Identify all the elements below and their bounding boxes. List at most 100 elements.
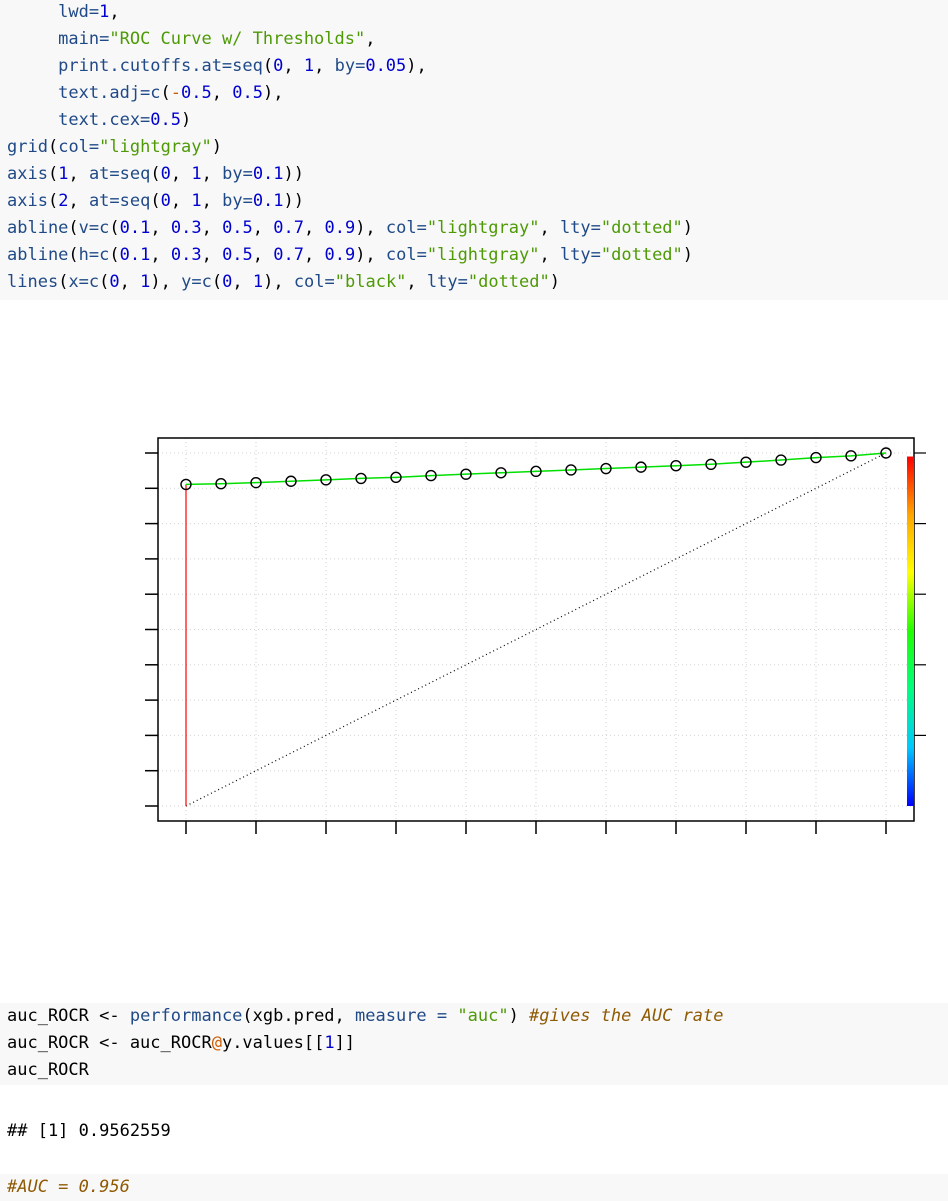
code-token: ), <box>355 245 386 265</box>
code-token: #gives the AUC rate <box>529 1006 724 1026</box>
code-token: measure = <box>355 1006 458 1026</box>
code-token: col= <box>293 272 335 292</box>
code-token: 0.5 <box>150 110 182 130</box>
code-token: text.cex= <box>7 110 151 130</box>
code-token: by= <box>334 56 366 76</box>
code-token: ( <box>150 191 161 211</box>
code-token: ( <box>68 218 79 238</box>
code-token: ( <box>109 218 120 238</box>
code-line: lwd=1, <box>7 0 948 26</box>
code-token: auc_ROCR <box>7 1060 89 1080</box>
code-token: auc_ROCR <- <box>7 1006 130 1026</box>
code-token: 0.3 <box>170 218 202 238</box>
code-line: grid(col="lightgray") <box>7 134 948 161</box>
code-token: ), <box>150 272 182 292</box>
code-token: c <box>99 218 110 238</box>
code-line: text.adj=c(-0.5, 0.5), <box>7 80 948 107</box>
code-token: c <box>150 83 161 103</box>
code-token: "ROC Curve w/ Thresholds" <box>109 29 366 49</box>
code-line: main="ROC Curve w/ Thresholds", <box>7 26 948 53</box>
code-token: auc_ROCR <- auc_ROCR <box>7 1033 212 1053</box>
code-token: c <box>201 272 212 292</box>
code-line: axis(2, at=seq(0, 1, by=0.1)) <box>7 188 948 215</box>
code-line: print.cutoffs.at=seq(0, 1, by=0.05), <box>7 53 948 80</box>
code-token: 0.9 <box>324 218 356 238</box>
code-token: seq <box>119 191 151 211</box>
code-token: print.cutoffs.at= <box>7 56 233 76</box>
code-token: , <box>211 83 233 103</box>
code-token: (xgb.pred, <box>242 1006 356 1026</box>
code-token: , <box>68 191 89 211</box>
code-block-auc: auc_ROCR <- performance(xgb.pred, measur… <box>0 1003 948 1085</box>
code-token: ), <box>263 272 294 292</box>
code-token: 1 <box>99 2 110 22</box>
code-token: ) <box>682 218 694 238</box>
code-token: , <box>201 245 223 265</box>
code-token: col= <box>385 245 427 265</box>
code-token: 0.7 <box>273 218 304 238</box>
code-token: , <box>303 218 325 238</box>
code-token: ) <box>181 110 192 130</box>
roc-plot <box>145 437 926 834</box>
code-token: ( <box>68 245 79 265</box>
code-token: ) <box>682 245 694 265</box>
code-token: text.adj= <box>7 83 151 103</box>
threshold-colorbar <box>907 456 914 806</box>
code-token: ) <box>211 137 222 157</box>
code-token: 1 <box>140 272 151 292</box>
code-token: , <box>252 245 274 265</box>
code-token: #AUC = 0.956 <box>7 1177 130 1197</box>
code-token: ), <box>262 83 284 103</box>
code-line: #AUC = 0.956 <box>7 1174 948 1201</box>
code-token: ( <box>211 272 223 292</box>
code-token: , <box>314 56 335 76</box>
code-token: , <box>170 164 192 184</box>
code-token: 2 <box>58 191 69 211</box>
code-token: ) <box>549 272 560 292</box>
code-token: "auc" <box>457 1006 509 1026</box>
code-token: 0.1 <box>119 218 151 238</box>
code-token: c <box>99 245 110 265</box>
code-token: ( <box>47 137 59 157</box>
code-token: ( <box>58 272 69 292</box>
code-line: axis(1, at=seq(0, 1, by=0.1)) <box>7 161 948 188</box>
code-line: abline(h=c(0.1, 0.3, 0.5, 0.7, 0.9), col… <box>7 242 948 269</box>
code-token: "lightgray" <box>426 218 540 238</box>
code-token: 0.5 <box>222 218 253 238</box>
code-token: abline <box>7 245 69 265</box>
code-token: , <box>150 245 171 265</box>
code-token: "lightgray" <box>99 137 212 157</box>
code-token: at= <box>88 191 120 211</box>
code-token: , <box>539 245 560 265</box>
code-token: 0.3 <box>170 245 202 265</box>
code-token: col= <box>58 137 100 157</box>
code-token: , <box>539 218 560 238</box>
code-token: ( <box>47 164 59 184</box>
code-token: , <box>150 218 171 238</box>
code-token: , <box>170 191 192 211</box>
code-token: , <box>201 164 223 184</box>
code-token: 1 <box>58 164 69 184</box>
code-lines: auc_ROCR <- performance(xgb.pred, measur… <box>7 1003 948 1084</box>
code-token: 0.7 <box>273 245 304 265</box>
code-token: , <box>109 2 120 22</box>
code-token: axis <box>7 191 48 211</box>
code-token: 0.05 <box>365 56 407 76</box>
code-token: "dotted" <box>600 218 683 238</box>
code-token: y= <box>181 272 202 292</box>
code-token: lines <box>7 272 59 292</box>
code-token: "lightgray" <box>426 245 540 265</box>
code-token: , <box>201 191 223 211</box>
code-token: h= <box>78 245 100 265</box>
code-token: "dotted" <box>600 245 683 265</box>
code-line: text.cex=0.5) <box>7 107 948 134</box>
roc-curve <box>185 452 887 486</box>
code-token: 1 <box>191 191 202 211</box>
code-token: ), <box>355 218 386 238</box>
code-token: axis <box>7 164 48 184</box>
code-token: 0 <box>160 191 171 211</box>
code-token: seq <box>232 56 263 76</box>
code-token: , <box>406 272 427 292</box>
code-token: c <box>88 272 100 292</box>
code-token: 0 <box>109 272 120 292</box>
